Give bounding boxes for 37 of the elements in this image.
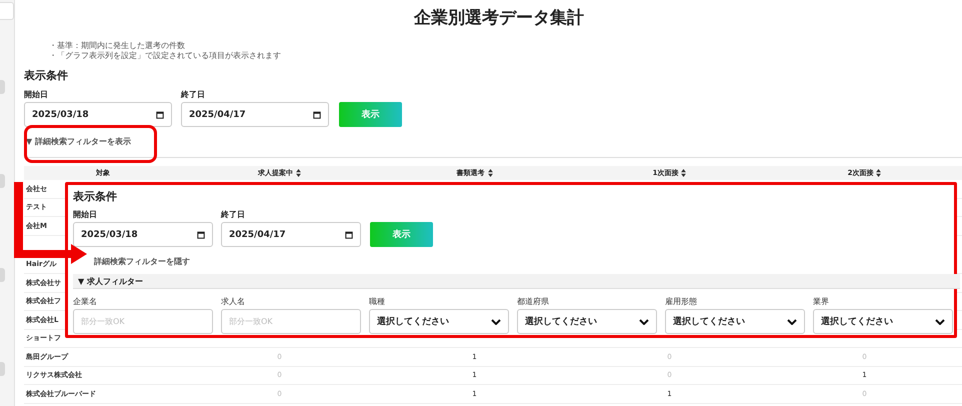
page-title: 企業別選考データ集計 bbox=[412, 7, 585, 29]
field-label: 開始日 bbox=[24, 89, 49, 100]
filter-section-header[interactable]: ▼ 求人フィルター bbox=[73, 274, 960, 289]
section-heading: 表示条件 bbox=[24, 68, 69, 83]
sort-icon[interactable] bbox=[488, 169, 492, 177]
field-label: 開始日 bbox=[73, 209, 98, 220]
field-label: 求人名 bbox=[221, 296, 246, 307]
filter-toggle-link[interactable]: 詳細検索フィルターを隠す bbox=[94, 256, 954, 267]
chevron-down-icon bbox=[639, 318, 649, 324]
date-field[interactable]: 2025/03/18 bbox=[73, 222, 213, 247]
chevron-down-icon bbox=[787, 318, 797, 324]
field-label: 職種 bbox=[369, 296, 386, 307]
select-field[interactable]: 選択してください bbox=[665, 309, 805, 334]
calendar-icon[interactable] bbox=[313, 110, 321, 118]
field-label: 企業名 bbox=[73, 296, 98, 307]
note-text: ・基準：期間内に発生した選考の件数 bbox=[49, 41, 186, 51]
note-text: ・「グラフ表示列を設定」で設定されている項目が表示されます bbox=[49, 51, 282, 61]
field-label: 業界 bbox=[813, 296, 830, 307]
section-heading: 表示条件 bbox=[73, 189, 118, 204]
calendar-icon[interactable] bbox=[197, 230, 205, 238]
chevron-down-icon bbox=[491, 318, 501, 324]
select-field[interactable]: 選択してください bbox=[813, 309, 953, 334]
calendar-icon[interactable] bbox=[345, 230, 353, 238]
sort-icon[interactable] bbox=[681, 169, 686, 177]
select-field[interactable]: 選択してください bbox=[517, 309, 657, 334]
select-field[interactable]: 選択してください bbox=[369, 309, 509, 334]
field-label: 雇用形態 bbox=[665, 296, 698, 307]
date-field[interactable]: 2025/04/17 bbox=[221, 222, 361, 247]
date-field[interactable]: 2025/04/17 bbox=[181, 102, 329, 127]
calendar-icon[interactable] bbox=[156, 110, 164, 118]
date-field[interactable]: 2025/03/18 bbox=[24, 102, 172, 127]
field-label: 都道府県 bbox=[517, 296, 550, 307]
field-label: 終了日 bbox=[181, 89, 206, 100]
sort-icon[interactable] bbox=[296, 169, 301, 177]
chevron-down-icon bbox=[935, 318, 945, 324]
field-label: 終了日 bbox=[221, 209, 246, 220]
sort-icon[interactable] bbox=[876, 169, 882, 177]
